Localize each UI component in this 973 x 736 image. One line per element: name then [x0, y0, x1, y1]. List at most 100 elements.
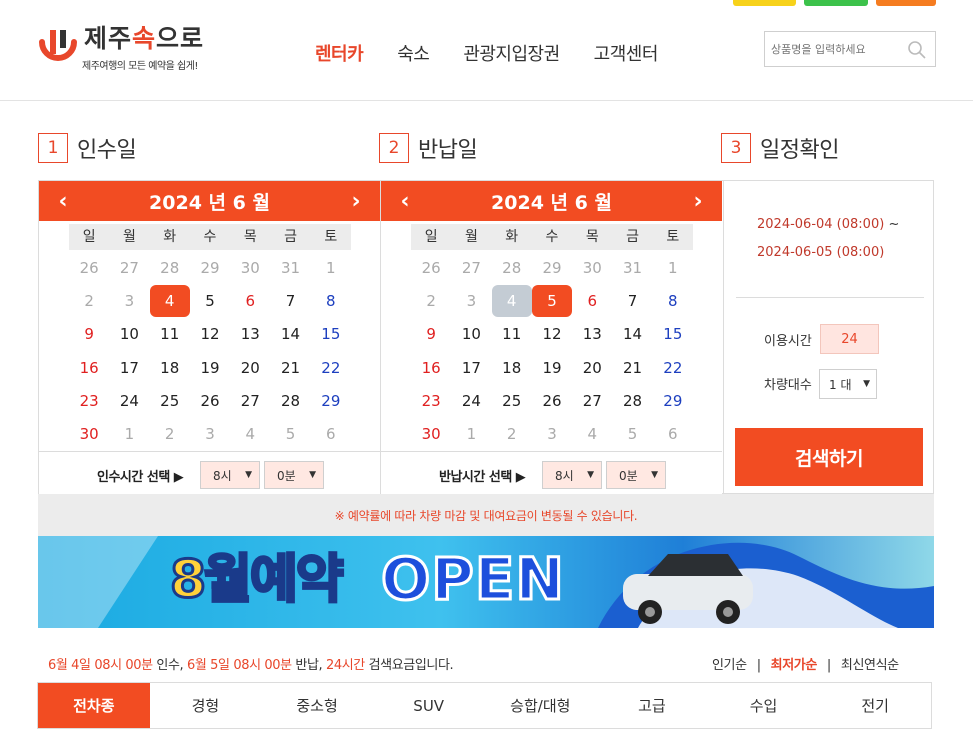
calendar-day[interactable]: 26 — [532, 384, 572, 417]
calendar-day[interactable]: 26 — [411, 251, 451, 284]
sort-popular[interactable]: 인기순 — [712, 658, 747, 673]
calendar-day[interactable]: 17 — [451, 351, 491, 384]
calendar-day[interactable]: 5 — [612, 417, 652, 450]
calendar-day[interactable]: 31 — [270, 251, 310, 284]
calendar-day[interactable]: 9 — [411, 318, 451, 351]
calendar-day[interactable]: 10 — [109, 318, 149, 351]
calendar-day[interactable]: 23 — [69, 384, 109, 417]
calendar-day[interactable]: 1 — [109, 417, 149, 450]
pickup-hour-select[interactable]: 8시 ▼ — [200, 461, 260, 489]
calendar-day[interactable]: 29 — [532, 251, 572, 284]
calendar-day[interactable]: 11 — [492, 318, 532, 351]
pickup-minute-select[interactable]: 0분 ▼ — [264, 461, 324, 489]
calendar-day[interactable]: 16 — [69, 351, 109, 384]
calendar-day[interactable]: 30 — [572, 251, 612, 284]
nav-rentcar[interactable]: 렌터카 — [315, 40, 364, 66]
calendar-day[interactable]: 7 — [612, 284, 652, 317]
calendar-day[interactable]: 14 — [612, 318, 652, 351]
calendar-day[interactable]: 27 — [451, 251, 491, 284]
calendar-day[interactable]: 4 — [149, 284, 190, 317]
calendar-day[interactable]: 31 — [612, 251, 652, 284]
calendar-day[interactable]: 28 — [150, 251, 190, 284]
tab-luxury[interactable]: 고급 — [596, 683, 708, 728]
calendar-day[interactable]: 5 — [270, 417, 310, 450]
calendar-day[interactable]: 30 — [230, 251, 270, 284]
calendar-day[interactable]: 5 — [190, 284, 230, 317]
calendar-day[interactable]: 6 — [572, 284, 612, 317]
calendar-day[interactable]: 2 — [150, 417, 190, 450]
calendar-day[interactable]: 1 — [311, 251, 351, 284]
calendar-day[interactable]: 12 — [190, 318, 230, 351]
calendar-day[interactable]: 29 — [190, 251, 230, 284]
return-minute-select[interactable]: 0분 ▼ — [606, 461, 666, 489]
calendar-day[interactable]: 21 — [612, 351, 652, 384]
calendar-day[interactable]: 2 — [411, 284, 451, 317]
calendar-day[interactable]: 24 — [109, 384, 149, 417]
calendar-day[interactable]: 25 — [150, 384, 190, 417]
calendar-day[interactable]: 1 — [451, 417, 491, 450]
calendar-day[interactable]: 22 — [311, 351, 351, 384]
calendar-day[interactable]: 28 — [492, 251, 532, 284]
next-month-icon[interactable]: › — [686, 189, 710, 214]
calendar-day[interactable]: 29 — [311, 384, 351, 417]
calendar-day[interactable]: 3 — [190, 417, 230, 450]
calendar-day[interactable]: 4 — [572, 417, 612, 450]
calendar-day[interactable]: 29 — [653, 384, 693, 417]
calendar-day[interactable]: 24 — [451, 384, 491, 417]
calendar-day[interactable]: 30 — [411, 417, 451, 450]
calendar-day[interactable]: 2 — [492, 417, 532, 450]
calendar-day[interactable]: 9 — [69, 318, 109, 351]
nav-lodging[interactable]: 숙소 — [397, 40, 430, 66]
calendar-day[interactable]: 3 — [451, 284, 491, 317]
tab-midsize[interactable]: 중소형 — [261, 683, 373, 728]
prev-month-icon[interactable]: ‹ — [393, 189, 417, 214]
calendar-day[interactable]: 28 — [270, 384, 310, 417]
calendar-day[interactable]: 23 — [411, 384, 451, 417]
next-month-icon[interactable]: › — [344, 189, 368, 214]
calendar-day[interactable]: 20 — [230, 351, 270, 384]
sort-newest-model[interactable]: 최신연식순 — [841, 658, 899, 673]
tab-import[interactable]: 수입 — [708, 683, 820, 728]
calendar-day[interactable]: 15 — [311, 318, 351, 351]
calendar-day[interactable]: 27 — [109, 251, 149, 284]
calendar-day[interactable]: 18 — [150, 351, 190, 384]
calendar-day[interactable]: 28 — [612, 384, 652, 417]
return-hour-select[interactable]: 8시 ▼ — [542, 461, 602, 489]
calendar-day[interactable]: 21 — [270, 351, 310, 384]
calendar-day[interactable]: 2 — [69, 284, 109, 317]
calendar-day[interactable]: 6 — [311, 417, 351, 450]
calendar-day[interactable]: 14 — [270, 318, 310, 351]
calendar-day[interactable]: 27 — [572, 384, 612, 417]
calendar-day[interactable]: 15 — [653, 318, 693, 351]
nav-customer-center[interactable]: 고객센터 — [594, 40, 659, 66]
calendar-day[interactable]: 13 — [572, 318, 612, 351]
calendar-day[interactable]: 13 — [230, 318, 270, 351]
promo-banner[interactable]: 8월예약 OPEN — [38, 536, 934, 628]
calendar-day[interactable]: 6 — [230, 284, 270, 317]
search-button[interactable]: 검색하기 — [735, 428, 923, 486]
calendar-day[interactable]: 8 — [311, 284, 351, 317]
calendar-day[interactable]: 8 — [653, 284, 693, 317]
calendar-day[interactable]: 6 — [653, 417, 693, 450]
calendar-day[interactable]: 19 — [190, 351, 230, 384]
calendar-day[interactable]: 12 — [532, 318, 572, 351]
tab-van[interactable]: 승합/대형 — [485, 683, 597, 728]
nav-attraction-tickets[interactable]: 관광지입장권 — [463, 40, 560, 66]
calendar-day[interactable]: 20 — [572, 351, 612, 384]
sort-lowest-price[interactable]: 최저가순 — [771, 658, 818, 673]
tab-suv[interactable]: SUV — [373, 683, 485, 728]
calendar-day[interactable]: 3 — [109, 284, 149, 317]
calendar-day[interactable]: 5 — [531, 284, 572, 317]
calendar-day[interactable]: 3 — [532, 417, 572, 450]
calendar-day[interactable]: 16 — [411, 351, 451, 384]
calendar-day[interactable]: 1 — [653, 251, 693, 284]
prev-month-icon[interactable]: ‹ — [51, 189, 75, 214]
calendar-day[interactable]: 26 — [190, 384, 230, 417]
calendar-day[interactable]: 7 — [270, 284, 310, 317]
calendar-day[interactable]: 22 — [653, 351, 693, 384]
calendar-day[interactable]: 19 — [532, 351, 572, 384]
calendar-day[interactable]: 26 — [69, 251, 109, 284]
calendar-day[interactable]: 4 — [230, 417, 270, 450]
calendar-day[interactable]: 4 — [491, 284, 532, 317]
calendar-day[interactable]: 17 — [109, 351, 149, 384]
